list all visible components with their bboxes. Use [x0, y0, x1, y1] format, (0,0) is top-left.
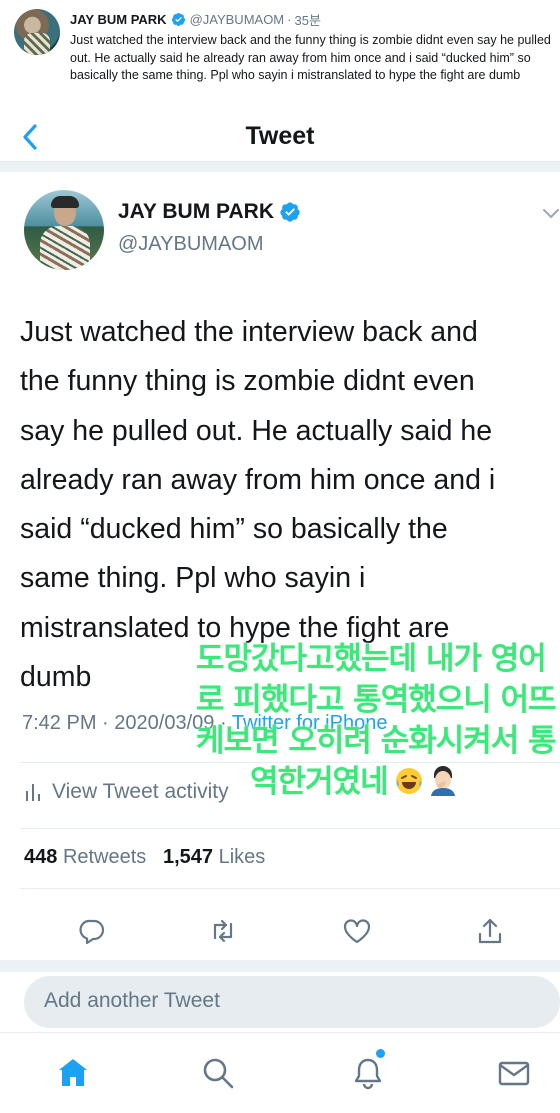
notifications-icon[interactable] — [350, 1055, 386, 1091]
korean-caption-overlay: 도망갔다고했는데 내가 영어 로 피했다고 통역했으니 어뜨 케보면 오히려 순… — [196, 639, 560, 803]
tweet-text-line: say he pulled out. He actually said he — [20, 414, 493, 447]
author-name-row: JAY BUM PARK — [118, 200, 301, 224]
author-handle[interactable]: @JAYBUMAOM — [118, 233, 264, 256]
reply-placeholder: Add another Tweet — [44, 989, 220, 1012]
caption-line: 역한거였네 — [250, 764, 389, 800]
share-icon[interactable] — [475, 916, 505, 946]
verified-badge-icon — [171, 12, 185, 26]
messages-icon[interactable] — [496, 1055, 532, 1091]
nav-bar: Tweet — [0, 112, 560, 162]
caption-line: 로 피했다고 통역했으니 어뜨 — [196, 682, 557, 718]
retweets-count[interactable]: 448 — [24, 846, 57, 868]
tweet-time: 7:42 PM — [22, 712, 97, 734]
page-title: Tweet — [245, 122, 315, 150]
retweets-label[interactable]: Retweets — [63, 846, 146, 868]
outer-post: JAY BUM PARK @JAYBUMAOM · 35분 Just watch… — [0, 0, 560, 112]
reply-icon[interactable] — [76, 916, 106, 946]
likes-label[interactable]: Likes — [219, 846, 266, 868]
outer-post-header: JAY BUM PARK @JAYBUMAOM · 35분 — [70, 9, 321, 29]
laughing-tears-emoji — [395, 768, 422, 794]
retweet-icon[interactable] — [208, 916, 238, 946]
caption-line: 도망갔다고했는데 내가 영어 — [196, 641, 547, 677]
caption-line-last: 역한거였네 — [196, 762, 560, 803]
verified-badge-icon — [280, 202, 300, 222]
tweet-text-line: the funny thing is zombie didnt even — [20, 365, 475, 398]
notification-dot — [376, 1049, 385, 1058]
caption-line: 케보면 오히려 순화시켜서 통 — [196, 723, 557, 759]
divider — [20, 888, 560, 889]
section-divider — [0, 960, 560, 972]
outer-avatar[interactable] — [14, 9, 60, 55]
tweet-text-line: same thing. Ppl who sayin i — [20, 562, 366, 595]
divider — [20, 828, 560, 829]
facepalm-person-emoji — [430, 766, 455, 796]
meta-separator: · — [102, 712, 109, 734]
tab-bar — [0, 1032, 560, 1113]
like-icon[interactable] — [342, 916, 372, 946]
reply-input[interactable]: Add another Tweet — [24, 976, 560, 1028]
outer-author-handle[interactable]: @JAYBUMAOM — [190, 12, 285, 27]
home-icon[interactable] — [55, 1055, 91, 1091]
likes-count[interactable]: 1,547 — [163, 846, 213, 868]
outer-post-time[interactable]: 35분 — [294, 10, 320, 29]
search-icon[interactable] — [200, 1055, 236, 1091]
bar-chart-icon — [26, 784, 40, 801]
author-name[interactable]: JAY BUM PARK — [118, 200, 274, 224]
tweet-actions — [0, 902, 560, 960]
tweet-text-line: already ran away from him once and i — [20, 463, 496, 496]
tweet-text-line: said “ducked him” so basically the — [20, 513, 448, 546]
avatar[interactable] — [24, 190, 104, 270]
outer-post-text: Just watched the interview back and the … — [70, 33, 551, 82]
nav-divider — [0, 162, 560, 172]
tweet-stats: 448 Retweets 1,547 Likes — [24, 846, 265, 869]
tweet-screenshot: Tweet JAY BUM PARK @JAYBUMAOM Just watch… — [0, 112, 560, 1113]
tweet-text-line: Just watched the interview back and — [20, 316, 478, 348]
outer-separator: · — [287, 11, 292, 27]
outer-author-name[interactable]: JAY BUM PARK — [70, 12, 167, 27]
caret-down-icon[interactable] — [542, 208, 560, 220]
